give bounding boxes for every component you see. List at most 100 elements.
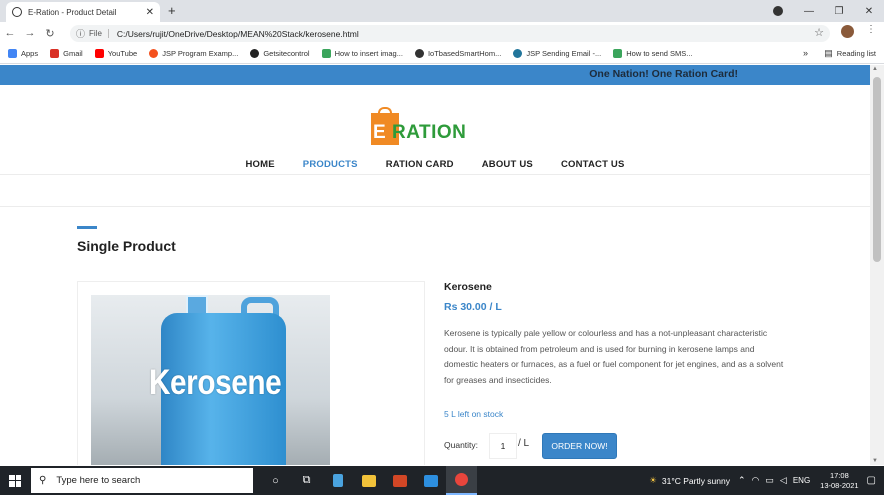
- reload-icon[interactable]: ↻: [40, 27, 60, 40]
- site-icon: [321, 49, 331, 58]
- web-page: One Nation! One Ration Card! E RATION HO…: [0, 65, 870, 465]
- address-url[interactable]: C:/Users/rujit/OneDrive/Desktop/MEAN%20S…: [117, 29, 359, 39]
- bookmark-item[interactable]: YouTube: [94, 49, 137, 58]
- language-indicator[interactable]: ENG: [793, 476, 810, 485]
- product-price: Rs 30.00 / L: [444, 301, 502, 313]
- bookmark-item[interactable]: How to insert imag...: [321, 49, 403, 58]
- browser-tab-strip: E-Ration - Product Detail ✕ + — ❐ ✕: [0, 0, 884, 22]
- back-icon[interactable]: ←: [0, 27, 20, 39]
- product-description: Kerosene is typically pale yellow or col…: [444, 328, 784, 385]
- info-icon[interactable]: ⓘ: [76, 27, 85, 40]
- scroll-up-icon[interactable]: ▲: [872, 66, 878, 72]
- taskbar: ⚲ Type here to search ○ ⧉ ☀ 31°C Partly s…: [0, 466, 884, 495]
- menu-icon[interactable]: ⋮: [866, 24, 876, 35]
- system-tray: ☀ 31°C Partly sunny ⌃ ◠ ▭ ◁ ENG 17:08 13-…: [649, 466, 884, 495]
- task-view-icon[interactable]: ⧉: [291, 466, 322, 495]
- logo-text: E RATION: [373, 122, 467, 143]
- browser-tab[interactable]: E-Ration - Product Detail ✕: [6, 2, 160, 22]
- notification-icon[interactable]: ▢: [867, 475, 876, 486]
- reading-list-icon: ▤: [824, 48, 833, 58]
- bookmark-item[interactable]: JSP Sending Email -...: [513, 49, 601, 58]
- screen: E-Ration - Product Detail ✕ + — ❐ ✕ ← → …: [0, 0, 884, 495]
- bookmarks-bar: Apps Gmail YouTube JSP Program Examp... …: [0, 44, 884, 64]
- tab-search-icon[interactable]: [773, 6, 783, 16]
- product-name: Kerosene: [444, 281, 492, 293]
- search-icon: ⚲: [39, 475, 47, 486]
- nav-contact-us[interactable]: CONTACT US: [561, 159, 625, 170]
- tab-title: E-Ration - Product Detail: [28, 7, 117, 17]
- weather-widget[interactable]: ☀ 31°C Partly sunny: [649, 475, 730, 486]
- site-icon: [250, 49, 260, 58]
- nav-products[interactable]: PRODUCTS: [303, 159, 358, 170]
- bookmark-item[interactable]: IoTbasedSmartHom...: [414, 49, 501, 58]
- bookmark-star-icon[interactable]: ☆: [814, 26, 824, 39]
- quantity-unit: / L: [518, 438, 530, 449]
- site-icon: [613, 49, 623, 58]
- site-icon: [149, 49, 159, 58]
- chevron-up-icon[interactable]: ⌃: [738, 475, 746, 486]
- taskbar-apps: ○ ⧉: [260, 466, 477, 495]
- apps-grid-icon: [8, 49, 17, 58]
- bookmark-item[interactable]: Getsitecontrol: [250, 49, 310, 58]
- stock-status: 5 L left on stock: [444, 409, 504, 419]
- scrollbar-thumb[interactable]: [873, 77, 881, 262]
- site-logo[interactable]: E RATION: [371, 107, 466, 152]
- new-tab-button[interactable]: +: [168, 3, 176, 18]
- taskbar-search[interactable]: ⚲ Type here to search: [31, 468, 253, 493]
- start-button[interactable]: [0, 466, 30, 495]
- clock-time: 17:08: [829, 470, 849, 480]
- announcement-bar: One Nation! One Ration Card!: [0, 65, 870, 85]
- page-title: Single Product: [77, 238, 176, 254]
- taskbar-search-placeholder: Type here to search: [56, 475, 141, 486]
- battery-icon[interactable]: ▭: [765, 475, 774, 486]
- bookmarks-overflow-button[interactable]: »: [803, 48, 808, 58]
- globe-icon: [12, 7, 22, 17]
- address-bar[interactable]: ⓘ File C:/Users/rujit/OneDrive/Desktop/M…: [70, 25, 830, 42]
- site-icon: [414, 49, 424, 58]
- bookmark-item[interactable]: Apps: [8, 49, 38, 58]
- minimize-icon[interactable]: —: [794, 6, 824, 17]
- restore-icon[interactable]: ❐: [824, 6, 854, 17]
- main-nav: HOME PRODUCTS RATION CARD ABOUT US CONTA…: [0, 159, 870, 170]
- product-image: Kerosene: [91, 295, 330, 465]
- window-close-icon[interactable]: ✕: [854, 6, 884, 17]
- page-scrollbar[interactable]: ▲ ▼: [870, 65, 884, 465]
- address-scheme: File: [89, 29, 109, 38]
- forward-icon[interactable]: →: [20, 27, 40, 39]
- scroll-down-icon[interactable]: ▼: [872, 458, 878, 464]
- file-explorer-icon[interactable]: [353, 466, 384, 495]
- powerpoint-icon[interactable]: [384, 466, 415, 495]
- address-row: ← → ↻ ⓘ File C:/Users/rujit/OneDrive/Des…: [0, 22, 884, 44]
- window-controls: — ❐ ✕: [794, 0, 884, 22]
- volume-icon[interactable]: ◁: [780, 475, 787, 486]
- nav-ration-card[interactable]: RATION CARD: [386, 159, 454, 170]
- youtube-icon: [94, 49, 104, 58]
- cortana-icon[interactable]: ○: [260, 466, 291, 495]
- bookmark-item[interactable]: How to send SMS...: [613, 49, 693, 58]
- clock-date: 13-08-2021: [820, 480, 859, 490]
- nav-home[interactable]: HOME: [245, 159, 274, 170]
- title-accent-bar: [77, 226, 97, 229]
- reading-list-button[interactable]: ▤ Reading list: [824, 48, 876, 59]
- wordpress-icon: [513, 49, 523, 58]
- quantity-input[interactable]: 1: [489, 433, 517, 459]
- quantity-label: Quantity:: [444, 440, 479, 450]
- bookmark-item[interactable]: JSP Program Examp...: [149, 49, 238, 58]
- order-now-button[interactable]: ORDER NOW!: [542, 433, 617, 459]
- notepad-icon[interactable]: [322, 466, 353, 495]
- network-icon[interactable]: ◠: [752, 475, 760, 486]
- weather-icon: ☀: [649, 475, 657, 485]
- announcement-text: One Nation! One Ration Card!: [589, 68, 738, 80]
- nav-about-us[interactable]: ABOUT US: [482, 159, 533, 170]
- gmail-icon: [50, 49, 60, 58]
- chrome-icon[interactable]: [446, 466, 477, 495]
- product-image-label: Kerosene: [149, 363, 282, 402]
- close-icon[interactable]: ✕: [146, 7, 154, 18]
- divider: [0, 174, 870, 175]
- bookmark-item[interactable]: Gmail: [50, 49, 83, 58]
- clock[interactable]: 17:08 13-08-2021: [820, 471, 858, 491]
- windows-icon: [9, 474, 21, 487]
- jug-cap: [186, 295, 208, 315]
- profile-avatar[interactable]: [841, 25, 854, 38]
- vscode-icon[interactable]: [415, 466, 446, 495]
